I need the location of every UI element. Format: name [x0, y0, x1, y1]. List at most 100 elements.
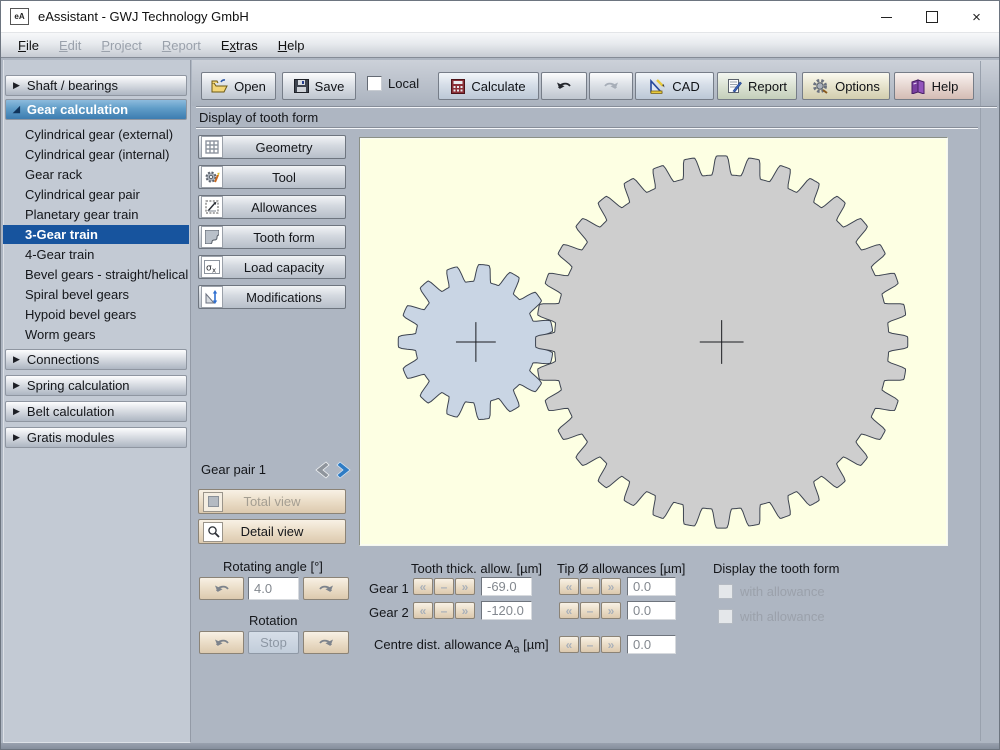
sidebar-item-planetary-gear-train[interactable]: Planetary gear train [3, 205, 189, 224]
centre-next-button[interactable]: » [601, 636, 621, 653]
sidebar-section-shaft-bearings[interactable]: ▶ Shaft / bearings [5, 75, 187, 96]
checkbox-label: with allowance [740, 609, 825, 624]
sidebar-item-spiral-bevel-gears[interactable]: Spiral bevel gears [3, 285, 189, 304]
item-label: Planetary gear train [25, 207, 139, 222]
sidebar-section-spring-calculation[interactable]: ▶ Spring calculation [5, 375, 187, 396]
rotation-ccw-button[interactable] [199, 631, 244, 654]
gear2-tooth-next-button[interactable]: » [455, 602, 475, 619]
sidebar-item-hypoid-bevel-gears[interactable]: Hypoid bevel gears [3, 305, 189, 324]
item-label: Cylindrical gear (internal) [25, 147, 170, 162]
gear2-tip-next-button[interactable]: » [601, 602, 621, 619]
help-button[interactable]: Help [894, 72, 974, 100]
app-window: eA eAssistant - GWJ Technology GmbH × Fi… [0, 0, 1000, 750]
with-allowance-row-1: with allowance [718, 584, 825, 599]
sidebar-item-cylindrical-gear-internal[interactable]: Cylindrical gear (internal) [3, 145, 189, 164]
label-unit: [µm] [519, 637, 549, 652]
allowances-button[interactable]: Allowances [198, 195, 346, 219]
save-floppy-icon [293, 79, 309, 93]
sidebar-item-cylindrical-gear-pair[interactable]: Cylindrical gear pair [3, 185, 189, 204]
tool-button[interactable]: Tool [198, 165, 346, 189]
local-checkbox[interactable] [367, 76, 382, 91]
button-label: Help [931, 78, 959, 94]
detail-view-button[interactable]: Detail view [198, 519, 346, 544]
sidebar-item-cylindrical-gear-external[interactable]: Cylindrical gear (external) [3, 125, 189, 144]
gear1-tooth-next-button[interactable]: » [455, 578, 475, 595]
item-label: Spiral bevel gears [25, 287, 130, 302]
sidebar-section-connections[interactable]: ▶ Connections [5, 349, 187, 370]
sidebar-item-3-gear-train[interactable]: 3-Gear train [3, 225, 189, 244]
item-label: 3-Gear train [25, 227, 98, 242]
sidebar-section-gratis-modules[interactable]: ▶ Gratis modules [5, 427, 187, 448]
open-folder-icon [211, 79, 228, 93]
gear2-tooth-allowance-input[interactable] [481, 601, 532, 620]
gear1-tip-mid-button[interactable]: – [580, 578, 600, 595]
calculator-icon [451, 78, 466, 94]
modifications-icon [201, 286, 223, 308]
centre-mid-button[interactable]: – [580, 636, 600, 653]
rotation-stop-button: Stop [248, 631, 299, 654]
menu-help[interactable]: Help [269, 36, 314, 55]
sidebar-item-bevel-gears[interactable]: Bevel gears - straight/helical [3, 265, 189, 284]
modifications-button[interactable]: Modifications [198, 285, 346, 309]
load-capacity-button[interactable]: σ x Load capacity [198, 255, 346, 279]
with-allowance-row-2: with allowance [718, 609, 825, 624]
menu-extras[interactable]: Extras [212, 36, 267, 55]
geometry-button[interactable]: Geometry [198, 135, 346, 159]
gear2-tip-prev-button[interactable]: « [559, 602, 579, 619]
gear1-tooth-mid-button[interactable]: – [434, 578, 454, 595]
close-icon: × [972, 8, 981, 26]
chevron-right-icon: ▶ [13, 354, 20, 364]
gear-pair-next-button[interactable] [333, 459, 357, 481]
chevron-expanded-icon: ◢ [13, 104, 20, 114]
with-allowance-checkbox-1 [718, 584, 733, 599]
gear1-tip-next-button[interactable]: » [601, 578, 621, 595]
tooth-form-icon [201, 226, 223, 248]
calculate-button[interactable]: Calculate [438, 72, 539, 100]
menu-project: Project [101, 37, 142, 53]
rotate-ccw-icon [214, 639, 229, 646]
options-button[interactable]: Options [802, 72, 890, 100]
sidebar-section-belt-calculation[interactable]: ▶ Belt calculation [5, 401, 187, 422]
gear2-tooth-mid-button[interactable]: – [434, 602, 454, 619]
centre-dist-allowance-input[interactable] [627, 635, 676, 654]
rotate-cw-step-button[interactable] [303, 577, 349, 600]
gear2-tip-allowance-input[interactable] [627, 601, 676, 620]
gear2-tooth-prev-button[interactable]: « [413, 602, 433, 619]
undo-button[interactable] [541, 72, 587, 100]
tooth-form-button[interactable]: Tooth form [198, 225, 346, 249]
total-view-button: Total view [198, 489, 346, 514]
centre-dist-allowance-label: Centre dist. allowance Aa [µm] [374, 637, 549, 656]
centre-prev-button[interactable]: « [559, 636, 579, 653]
rotating-angle-input[interactable] [248, 577, 299, 600]
tip-allowances-label: Tip Ø allowances [µm] [557, 561, 686, 576]
window-title: eAssistant - GWJ Technology GmbH [38, 9, 249, 24]
checkbox-label: with allowance [740, 584, 825, 599]
menu-file[interactable]: File [9, 36, 48, 55]
gear1-tooth-prev-button[interactable]: « [413, 578, 433, 595]
sidebar-item-gear-rack[interactable]: Gear rack [3, 165, 189, 184]
undo-icon [557, 82, 571, 89]
save-button[interactable]: Save [282, 72, 356, 100]
gear1-tip-allowance-input[interactable] [627, 577, 676, 596]
gear1-tip-prev-button[interactable]: « [559, 578, 579, 595]
close-button[interactable]: × [954, 1, 999, 33]
minimize-button[interactable] [864, 1, 909, 33]
rotation-cw-button[interactable] [303, 631, 349, 654]
maximize-button[interactable] [909, 1, 954, 33]
report-button[interactable]: Report [717, 72, 797, 100]
button-label: Calculate [471, 78, 526, 94]
rotate-ccw-step-button[interactable] [199, 577, 244, 600]
with-allowance-checkbox-2 [718, 609, 733, 624]
panel-right-border [980, 61, 981, 741]
cad-button[interactable]: CAD [635, 72, 714, 100]
open-button[interactable]: Open [201, 72, 276, 100]
gear2-tip-mid-button[interactable]: – [580, 602, 600, 619]
sidebar-section-gear-calculation[interactable]: ◢ Gear calculation [5, 99, 187, 120]
section-label: Gratis modules [26, 430, 115, 445]
sidebar-item-4-gear-train[interactable]: 4-Gear train [3, 245, 189, 264]
section-label: Belt calculation [26, 404, 115, 419]
rotate-ccw-icon [214, 585, 229, 592]
sidebar-item-worm-gears[interactable]: Worm gears [3, 325, 189, 344]
gear1-tooth-allowance-input[interactable] [481, 577, 532, 596]
rotating-angle-label: Rotating angle [°] [223, 559, 323, 574]
